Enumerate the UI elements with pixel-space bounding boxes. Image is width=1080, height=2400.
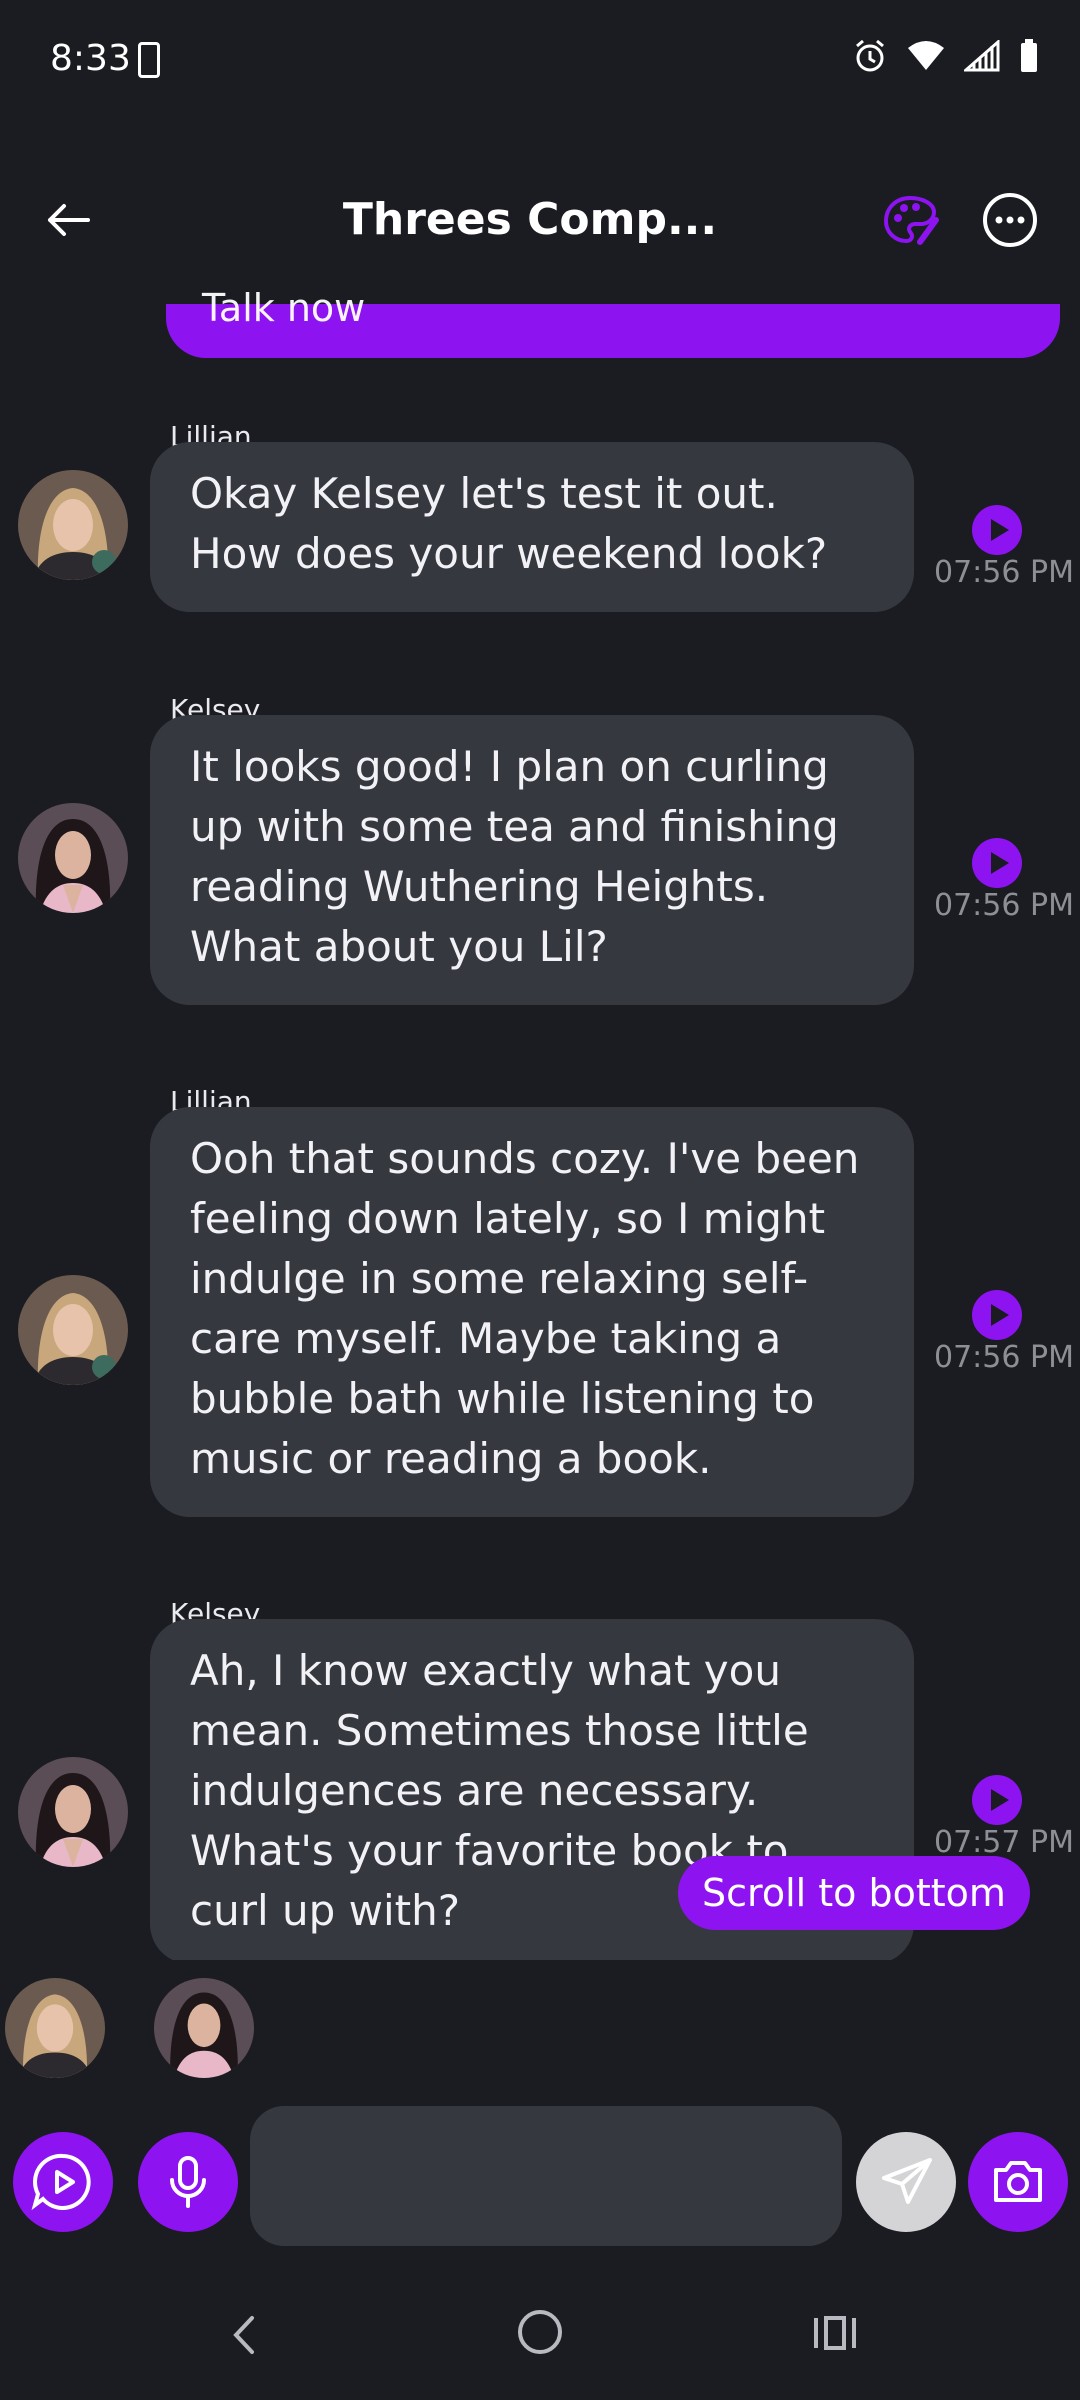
more-icon: [983, 193, 1037, 247]
nav-home-button[interactable]: [518, 2310, 562, 2354]
status-bar: 8:33: [0, 0, 1080, 120]
microphone-button[interactable]: [138, 2132, 238, 2232]
alarm-icon: [852, 38, 888, 74]
participant-avatar-lillian[interactable]: [5, 1978, 105, 2078]
nav-recents-button[interactable]: [810, 2308, 860, 2358]
message-time: 07:56 PM: [934, 1340, 1074, 1375]
system-nav-bar: [0, 2270, 1080, 2400]
play-all-button[interactable]: [13, 2132, 113, 2232]
clipboard-icon: [138, 42, 160, 78]
status-time: 8:33: [50, 38, 131, 79]
participant-avatar-kelsey[interactable]: [154, 1978, 254, 2078]
scroll-to-bottom-button[interactable]: Scroll to bottom: [678, 1856, 1030, 1930]
message-list[interactable]: Talk now Lillian Okay Kelsey let's test …: [0, 280, 1080, 1960]
avatar-lillian[interactable]: [18, 470, 128, 580]
message-time: 07:56 PM: [934, 555, 1074, 590]
nav-back-button[interactable]: [220, 2310, 270, 2360]
participants-row: [0, 1970, 1080, 2080]
back-button[interactable]: [40, 190, 100, 250]
status-icons: [852, 38, 1040, 74]
previous-message-text: Talk now: [202, 286, 366, 330]
camera-icon: [994, 2161, 1042, 2202]
message-time: 07:57 PM: [934, 1825, 1074, 1860]
theme-button[interactable]: [880, 192, 940, 252]
palette-icon: [883, 195, 939, 245]
chat-header: Threes Comp...: [0, 170, 1080, 280]
play-audio-button[interactable]: [972, 505, 1022, 555]
microphone-icon: [170, 2156, 206, 2208]
message-bubble: Okay Kelsey let's test it out. How does …: [150, 442, 914, 612]
signal-icon: [964, 40, 1000, 72]
battery-icon: [1018, 38, 1040, 74]
avatar-kelsey[interactable]: [18, 1757, 128, 1867]
back-arrow-icon: [48, 204, 90, 236]
message-time: 07:56 PM: [934, 888, 1074, 923]
send-button[interactable]: [856, 2132, 956, 2232]
message-input[interactable]: [250, 2106, 842, 2246]
play-audio-button[interactable]: [972, 838, 1022, 888]
play-audio-button[interactable]: [972, 1775, 1022, 1825]
message-bubble: It looks good! I plan on curling up with…: [150, 715, 914, 1005]
chat-title: Threes Comp...: [342, 194, 718, 245]
camera-button[interactable]: [968, 2132, 1068, 2232]
recents-icon: [814, 2316, 856, 2350]
chevron-left-icon: [233, 2316, 254, 2354]
composer-bar: [0, 2100, 1080, 2250]
wifi-icon: [906, 40, 946, 72]
avatar-kelsey[interactable]: [18, 803, 128, 913]
play-bubble-icon: [31, 2153, 91, 2211]
play-audio-button[interactable]: [972, 1290, 1022, 1340]
send-icon: [882, 2158, 932, 2204]
avatar-lillian[interactable]: [18, 1275, 128, 1385]
previous-message-bubble: Talk now: [166, 286, 1060, 358]
message-bubble: Ooh that sounds cozy. I've been feeling …: [150, 1107, 914, 1517]
more-options-button[interactable]: [982, 192, 1038, 248]
